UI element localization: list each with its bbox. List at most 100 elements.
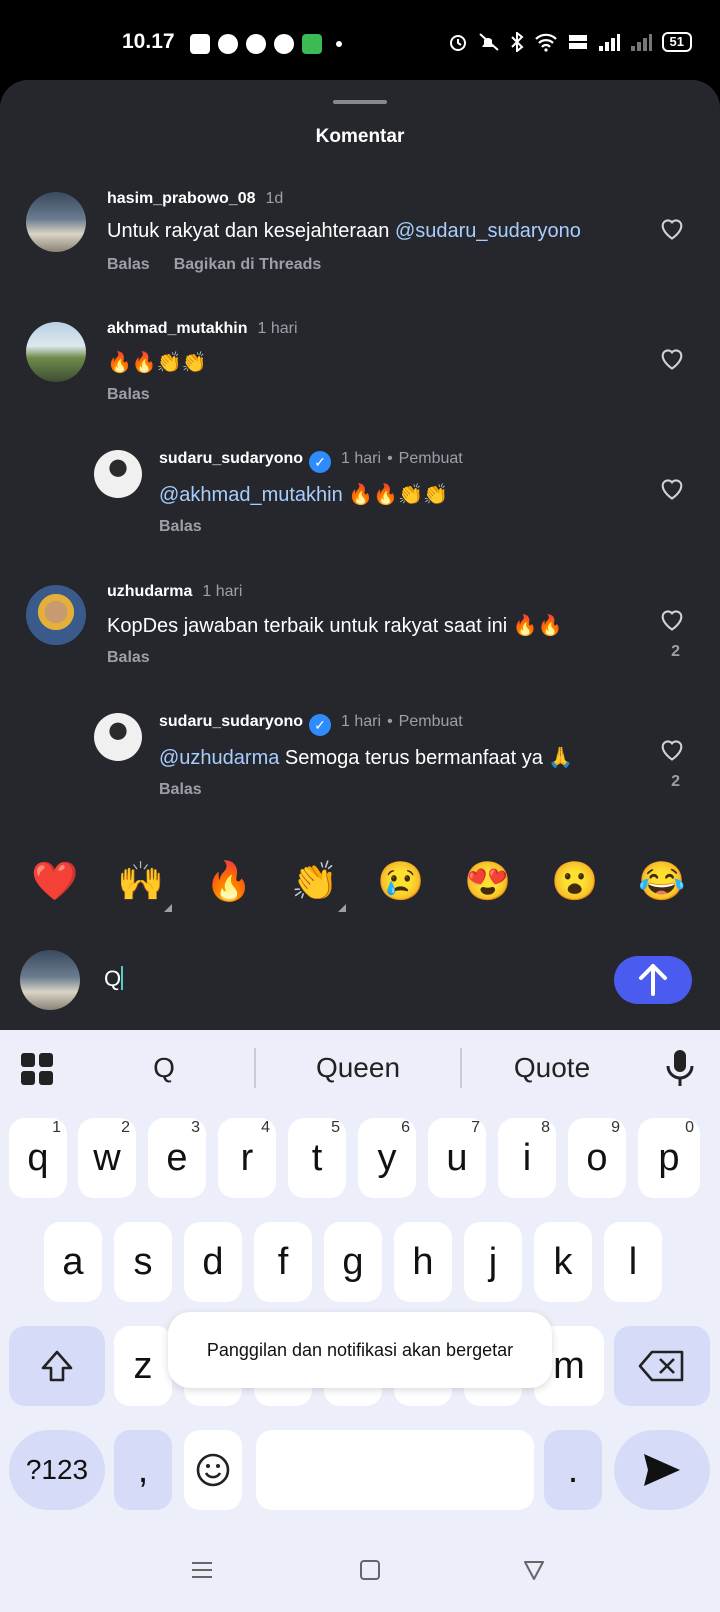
- reply-button[interactable]: Balas: [107, 386, 150, 403]
- emoji-key[interactable]: [184, 1430, 242, 1510]
- drag-handle[interactable]: [333, 100, 387, 104]
- mention-link[interactable]: @sudaru_sudaryono: [395, 220, 581, 242]
- key-g[interactable]: g: [324, 1222, 382, 1302]
- comment-body: 🔥🔥👏👏: [342, 484, 448, 506]
- suggestion-item[interactable]: Queen: [278, 1052, 438, 1084]
- bluetooth-icon: [510, 32, 524, 52]
- creator-label: Pembuat: [398, 450, 463, 467]
- key-s[interactable]: s: [114, 1222, 172, 1302]
- mention-link[interactable]: @akhmad_mutakhin: [159, 484, 343, 506]
- suggestion-item[interactable]: Quote: [472, 1052, 632, 1084]
- send-button[interactable]: [614, 956, 692, 1004]
- key-y[interactable]: y6: [358, 1118, 416, 1198]
- facebook-icon: [190, 34, 210, 54]
- key-w[interactable]: w2: [78, 1118, 136, 1198]
- comment-username[interactable]: akhmad_mutakhin: [107, 320, 247, 337]
- emoji-raised-hands-button[interactable]: 🙌: [116, 860, 166, 904]
- avatar[interactable]: [26, 585, 86, 645]
- avatar[interactable]: [94, 450, 142, 498]
- apps-grid-icon[interactable]: [20, 1052, 54, 1086]
- reply-item: sudaru_sudaryono ✓ 1 hari • Pembuat @akhmad_…: [0, 450, 720, 560]
- heart-icon[interactable]: [658, 344, 686, 372]
- emoji-surprised-button[interactable]: 😮: [550, 860, 600, 904]
- back-icon[interactable]: [522, 1558, 546, 1582]
- like-count: 2: [671, 643, 680, 660]
- period-key[interactable]: .: [544, 1430, 602, 1510]
- avatar[interactable]: [94, 713, 142, 761]
- heart-icon[interactable]: [658, 605, 686, 633]
- key-u[interactable]: u7: [428, 1118, 486, 1198]
- wifi-icon: [534, 33, 557, 52]
- comment-username[interactable]: uzhudarma: [107, 583, 192, 600]
- key-d[interactable]: d: [184, 1222, 242, 1302]
- key-i[interactable]: i8: [498, 1118, 556, 1198]
- comment-username[interactable]: sudaru_sudaryono: [159, 450, 303, 467]
- share-threads-button[interactable]: Bagikan di Threads: [174, 256, 322, 273]
- avatar[interactable]: [26, 322, 86, 382]
- key-l[interactable]: l: [604, 1222, 662, 1302]
- separator-dot: •: [387, 713, 393, 730]
- reply-button[interactable]: Balas: [159, 518, 202, 535]
- comment-username[interactable]: hasim_prabowo_08: [107, 190, 256, 207]
- key-number-hint: 4: [261, 1119, 270, 1136]
- reply-button[interactable]: Balas: [159, 781, 202, 798]
- avatar[interactable]: [26, 192, 86, 252]
- comment-username[interactable]: sudaru_sudaryono: [159, 713, 303, 730]
- key-f[interactable]: f: [254, 1222, 312, 1302]
- key-a[interactable]: a: [44, 1222, 102, 1302]
- quick-emoji-bar: ❤️ 🙌 🔥 👏 😢 😍 😮 😂: [0, 842, 720, 922]
- comment-input-value: Q: [104, 966, 122, 991]
- home-icon[interactable]: [358, 1558, 382, 1582]
- heart-icon[interactable]: [658, 214, 686, 242]
- key-o[interactable]: o9: [568, 1118, 626, 1198]
- reply-button[interactable]: Balas: [107, 649, 150, 666]
- key-t[interactable]: t5: [288, 1118, 346, 1198]
- mention-link[interactable]: @uzhudarma: [159, 747, 279, 769]
- like-count: 2: [671, 773, 680, 790]
- emoji-fire-button[interactable]: 🔥: [204, 860, 254, 904]
- comment-input[interactable]: Q: [104, 966, 124, 992]
- recents-icon[interactable]: [190, 1558, 214, 1582]
- emoji-crying-button[interactable]: 😢: [376, 860, 426, 904]
- backspace-key[interactable]: [614, 1326, 710, 1406]
- key-label: t: [311, 1137, 323, 1179]
- signal-2-icon: [630, 34, 652, 51]
- comment-body: Semoga terus bermanfaat ya 🙏: [279, 747, 574, 769]
- key-e[interactable]: e3: [148, 1118, 206, 1198]
- heart-icon[interactable]: [658, 735, 686, 763]
- comment-time: 1 hari: [341, 713, 382, 730]
- key-label: r: [240, 1137, 254, 1179]
- key-label: p: [658, 1137, 680, 1179]
- key-k[interactable]: k: [534, 1222, 592, 1302]
- emoji-heart-button[interactable]: ❤️: [30, 860, 80, 904]
- comment-actions: Balas: [159, 781, 226, 799]
- microphone-icon[interactable]: [664, 1048, 696, 1088]
- key-r[interactable]: r4: [218, 1118, 276, 1198]
- comment-actions: Balas: [107, 386, 174, 404]
- key-z[interactable]: z: [114, 1326, 172, 1406]
- reply-item: sudaru_sudaryono ✓ 1 hari • Pembuat @uzhudar…: [0, 713, 720, 823]
- arrow-up-icon: [639, 964, 667, 996]
- suggestion-divider: [254, 1048, 256, 1088]
- suggestion-item[interactable]: Q: [84, 1052, 244, 1084]
- emoji-clap-button[interactable]: 👏: [290, 860, 340, 904]
- comma-key[interactable]: ,: [114, 1430, 172, 1510]
- enter-send-key[interactable]: [614, 1430, 710, 1510]
- emoji-heart-eyes-button[interactable]: 😍: [463, 860, 513, 904]
- reply-button[interactable]: Balas: [107, 256, 150, 273]
- verified-badge-icon: ✓: [309, 714, 332, 736]
- space-key[interactable]: [256, 1430, 534, 1510]
- comment-item: uzhudarma 1 hari KopDes jawaban terbaik u…: [0, 583, 720, 693]
- shift-key[interactable]: [9, 1326, 105, 1406]
- symbols-key[interactable]: ?123: [9, 1430, 105, 1510]
- heart-icon[interactable]: [658, 474, 686, 502]
- separator-dot: •: [387, 450, 393, 467]
- key-q[interactable]: q1: [9, 1118, 67, 1198]
- key-h[interactable]: h: [394, 1222, 452, 1302]
- emoji-laughing-button[interactable]: 😂: [637, 860, 687, 904]
- key-j[interactable]: j: [464, 1222, 522, 1302]
- key-p[interactable]: p0: [638, 1118, 700, 1198]
- key-label: i: [522, 1137, 532, 1179]
- comment-header: akhmad_mutakhin 1 hari: [107, 320, 298, 338]
- key-label: y: [377, 1137, 397, 1179]
